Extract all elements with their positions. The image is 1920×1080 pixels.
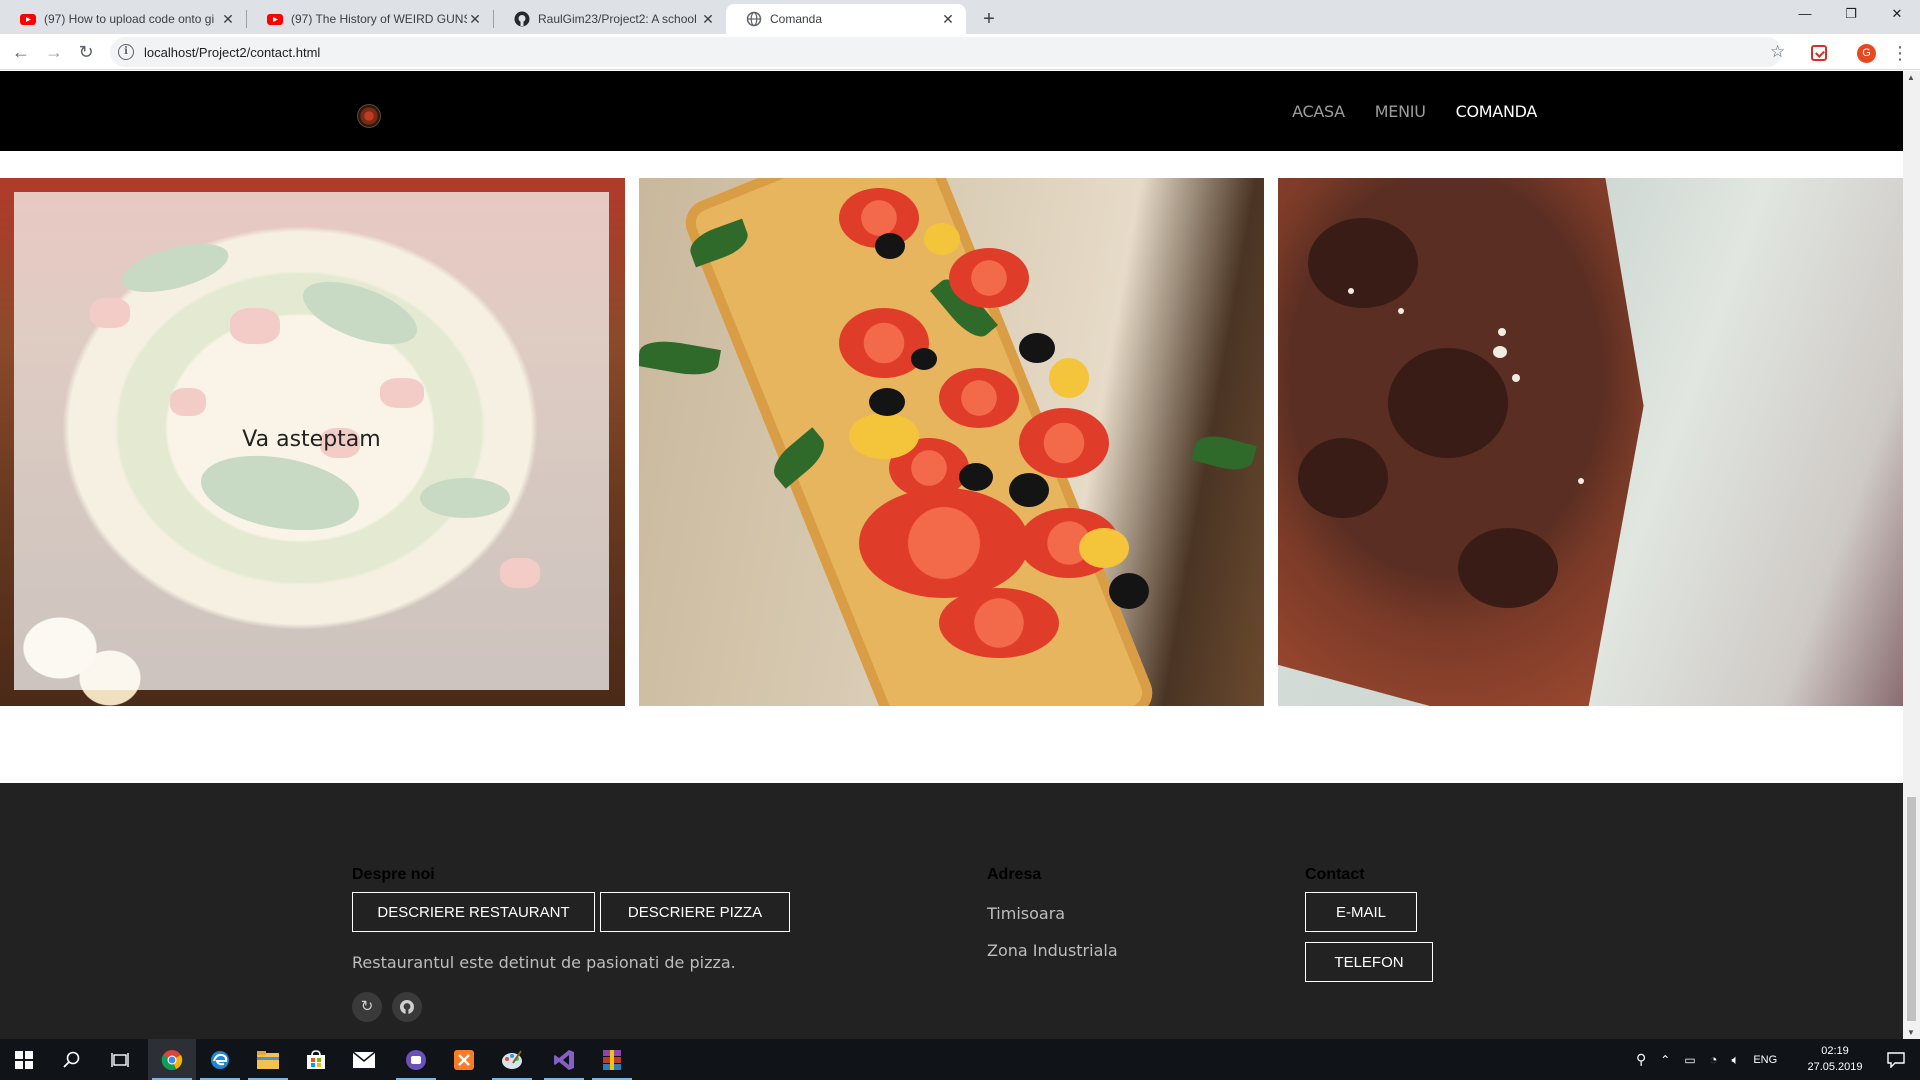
xampp-icon[interactable] — [440, 1039, 488, 1080]
paint-icon[interactable] — [488, 1039, 536, 1080]
nav-link-comanda[interactable]: COMANDA — [1456, 102, 1538, 121]
close-tab-icon[interactable]: ✕ — [940, 11, 956, 28]
youtube-icon — [267, 14, 283, 25]
descriere-pizza-button[interactable]: DESCRIERE PIZZA — [600, 892, 790, 932]
tab-comanda[interactable]: Comanda ✕ — [726, 4, 966, 34]
address-bar[interactable]: i localhost/Project2/contact.html — [110, 37, 1782, 67]
nav-link-acasa[interactable]: ACASA — [1292, 102, 1345, 121]
battery-icon[interactable]: ▭ — [1684, 1053, 1695, 1067]
site-footer: Despre noi DESCRIERE RESTAURANT DESCRIER… — [0, 783, 1903, 1039]
footer-about-text: Restaurantul este detinut de pasionati d… — [352, 953, 736, 972]
pocket-extension-icon[interactable] — [1811, 45, 1827, 61]
footer-about-heading: Despre noi — [352, 866, 435, 883]
page-scrollbar[interactable]: ▲ ▼ — [1903, 71, 1920, 1039]
tab-youtube-upload[interactable]: (97) How to upload code onto gi ✕ — [0, 4, 246, 34]
winrar-icon[interactable] — [588, 1039, 636, 1080]
back-arrow-icon[interactable]: ← — [7, 38, 35, 66]
close-window-button[interactable]: ✕ — [1874, 0, 1920, 30]
refresh-social-icon[interactable]: ↻ — [352, 992, 382, 1022]
footer-contact-heading: Contact — [1305, 866, 1365, 883]
github-icon — [400, 1000, 414, 1014]
visual-studio-icon[interactable] — [540, 1039, 588, 1080]
github-icon — [514, 11, 530, 27]
gallery-image-tomato-tart — [639, 178, 1264, 706]
close-tab-icon[interactable]: ✕ — [700, 11, 716, 28]
tab-title: Comanda — [770, 12, 823, 26]
scroll-down-icon[interactable]: ▼ — [1907, 1028, 1915, 1037]
gallery-overlay-text: Va asteptam — [242, 426, 381, 452]
file-explorer-icon[interactable] — [244, 1039, 292, 1080]
tab-title: (97) The History of WEIRD GUNS — [291, 12, 467, 26]
descriere-restaurant-button[interactable]: DESCRIERE RESTAURANT — [352, 892, 595, 932]
profile-avatar[interactable]: G — [1857, 44, 1876, 63]
minimize-button[interactable]: — — [1782, 0, 1828, 30]
github-social-icon[interactable] — [392, 992, 422, 1022]
new-tab-button[interactable]: + — [976, 6, 1002, 32]
chrome-taskbar-icon[interactable] — [148, 1039, 196, 1080]
address-line-zone: Zona Industriala — [987, 941, 1118, 960]
tab-github[interactable]: RaulGim23/Project2: A school pr ✕ — [494, 4, 726, 34]
windows-taskbar: ⚲ ⌃ ▭ ◔ 🔈︎ ENG 02:19 27.05.2019 — [0, 1039, 1920, 1080]
youtube-icon — [20, 14, 36, 25]
windows-start-icon[interactable] — [0, 1039, 48, 1080]
scrollbar-thumb[interactable] — [1907, 797, 1916, 1021]
tab-youtube-guns[interactable]: (97) The History of WEIRD GUNS ✕ — [247, 4, 493, 34]
tab-title: (97) How to upload code onto gi — [44, 12, 215, 26]
taskbar-clock[interactable]: 02:19 27.05.2019 — [1800, 1043, 1870, 1075]
email-button[interactable]: E-MAIL — [1305, 892, 1417, 932]
address-bar-url: localhost/Project2/contact.html — [144, 44, 321, 60]
wifi-icon[interactable]: ◔ — [1710, 1052, 1718, 1067]
page-viewport: ACASA MENIU COMANDA Va asteptam Despre n… — [0, 71, 1920, 1039]
pizza-gallery: Va asteptam — [0, 178, 1903, 706]
system-tray: ⚲ ⌃ ▭ ◔ 🔈︎ ENG — [1636, 1039, 1777, 1080]
browser-toolbar: ← → ↻ i localhost/Project2/contact.html … — [0, 34, 1920, 70]
forward-arrow-icon[interactable]: → — [40, 38, 68, 66]
nav-link-meniu[interactable]: MENIU — [1375, 102, 1426, 121]
notifications-icon[interactable] — [1872, 1039, 1920, 1080]
restore-button[interactable]: ❐ — [1828, 0, 1874, 30]
chevron-up-icon[interactable]: ⌃ — [1660, 1053, 1670, 1067]
volume-icon[interactable]: 🔈︎ — [1732, 1052, 1740, 1068]
site-navbar: ACASA MENIU COMANDA — [0, 71, 1903, 151]
gallery-image-pesto-pizza: Va asteptam — [0, 178, 625, 706]
tab-title: RaulGim23/Project2: A school pr — [538, 12, 700, 26]
address-line-city: Timisoara — [987, 904, 1066, 923]
reload-icon[interactable]: ↻ — [72, 38, 100, 66]
clock-time: 02:19 — [1821, 1045, 1849, 1057]
gallery-overlay: Va asteptam — [14, 192, 609, 690]
scroll-up-icon[interactable]: ▲ — [1907, 73, 1915, 82]
clock-date: 27.05.2019 — [1807, 1061, 1863, 1073]
language-indicator[interactable]: ENG — [1753, 1054, 1777, 1066]
site-nav-links: ACASA MENIU COMANDA — [1292, 71, 1537, 151]
globe-icon — [746, 11, 762, 27]
pizzeria-logo[interactable] — [357, 104, 381, 128]
task-view-icon[interactable] — [96, 1039, 144, 1080]
edge-taskbar-icon[interactable] — [196, 1039, 244, 1080]
gallery-image-pepperoni-slice — [1278, 178, 1903, 706]
people-icon[interactable]: ⚲ — [1636, 1051, 1646, 1068]
bookmark-star-icon[interactable]: ☆ — [1770, 38, 1790, 66]
browser-menu-icon[interactable]: ⋮ — [1891, 42, 1909, 64]
telefon-button[interactable]: TELEFON — [1305, 942, 1433, 982]
store-icon[interactable] — [292, 1039, 340, 1080]
browser-tabstrip: (97) How to upload code onto gi ✕ (97) T… — [0, 0, 1920, 34]
site-info-icon[interactable]: i — [118, 44, 134, 60]
media-app-icon[interactable] — [392, 1039, 440, 1080]
mail-icon[interactable] — [340, 1039, 388, 1080]
close-tab-icon[interactable]: ✕ — [220, 11, 236, 28]
close-tab-icon[interactable]: ✕ — [467, 11, 483, 28]
footer-address-heading: Adresa — [987, 866, 1042, 883]
search-icon[interactable] — [48, 1039, 96, 1080]
